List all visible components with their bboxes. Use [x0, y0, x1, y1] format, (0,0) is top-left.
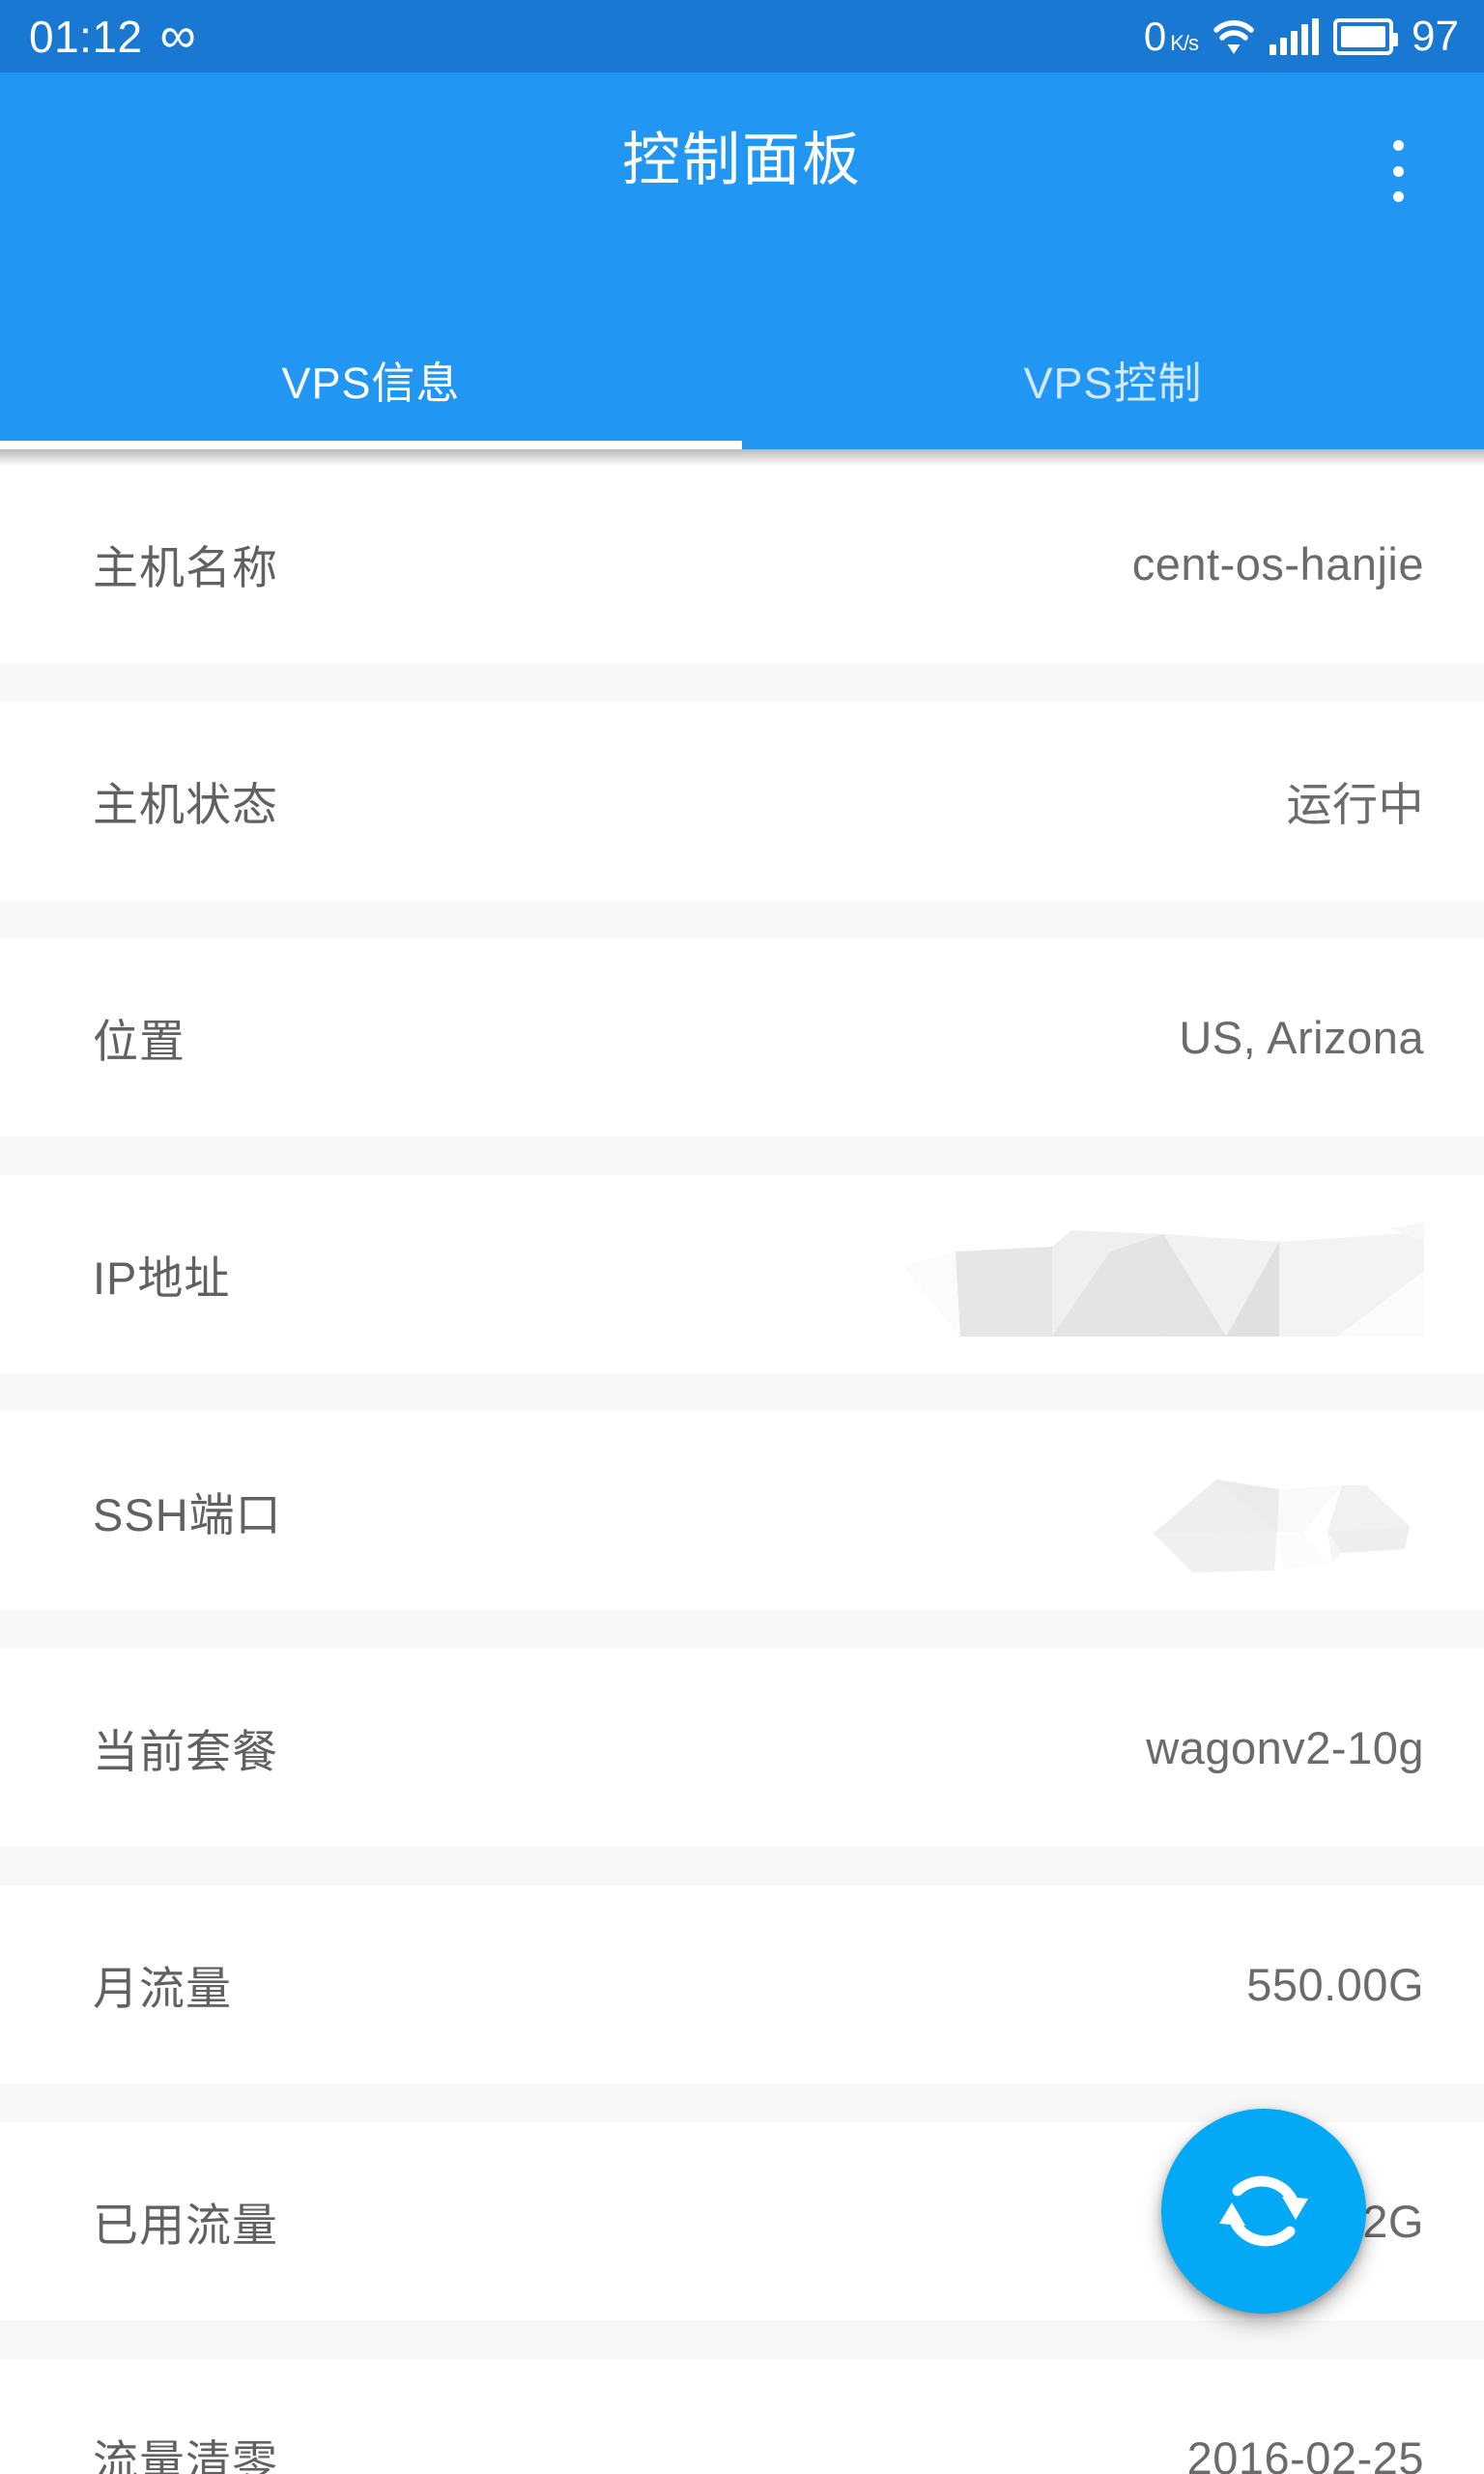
table-row[interactable]: SSH端口: [0, 1412, 1484, 1610]
row-label: 当前套餐: [93, 1726, 278, 1777]
table-row[interactable]: 主机名称 cent-os-hanjie: [0, 465, 1484, 663]
overflow-dot: [1392, 140, 1404, 151]
table-row[interactable]: 位置 US, Arizona: [0, 938, 1484, 1136]
wifi-icon: [1213, 17, 1255, 56]
tab-vps-control[interactable]: VPS控制: [742, 309, 1484, 449]
app-bar: 控制面板: [0, 72, 1484, 309]
status-bar-right: 0 K/s 97: [1143, 12, 1459, 60]
row-value: 2016-02-25: [1186, 2432, 1424, 2474]
status-bar-clock: 01:12: [29, 11, 143, 62]
status-bar-left: 01:12 ∞: [29, 8, 196, 65]
tab-vps-info-label: VPS信息: [281, 359, 461, 408]
row-label: 已用流量: [93, 2200, 278, 2251]
row-separator: [0, 900, 1484, 938]
row-separator: [0, 1136, 1484, 1175]
row-label: 流量清零: [93, 2436, 278, 2474]
app-bar-shadow: [0, 449, 1484, 465]
battery-level: 97: [1412, 12, 1459, 60]
table-row[interactable]: 月流量 550.00G: [0, 1885, 1484, 2084]
row-separator: [0, 1373, 1484, 1412]
row-label: 月流量: [93, 1963, 232, 2014]
tab-vps-info[interactable]: VPS信息: [0, 309, 742, 449]
row-label: SSH端口: [93, 1489, 282, 1540]
overflow-menu-icon[interactable]: [1368, 134, 1428, 208]
row-value: cent-os-hanjie: [1131, 538, 1424, 590]
overflow-dot: [1392, 191, 1404, 202]
row-value: 550.00G: [1246, 1959, 1424, 2010]
row-separator: [0, 1610, 1484, 1649]
row-label: 位置: [93, 1016, 186, 1067]
row-separator: [0, 1847, 1484, 1885]
table-row[interactable]: 当前套餐 wagonv2-10g: [0, 1649, 1484, 1847]
tab-bar: VPS信息 VPS控制: [0, 309, 1484, 449]
row-label: 主机状态: [93, 779, 278, 830]
table-row[interactable]: 主机状态 运行中: [0, 702, 1484, 900]
network-speed-indicator: 0 K/s: [1143, 13, 1199, 59]
network-speed-unit: K/s: [1170, 30, 1199, 55]
row-separator: [0, 2320, 1484, 2359]
infinity-icon: ∞: [159, 8, 196, 65]
row-value: 运行中: [1286, 779, 1424, 830]
row-label: IP地址: [93, 1252, 231, 1304]
network-speed-value: 0: [1143, 13, 1167, 59]
status-bar: 01:12 ∞ 0 K/s 97: [0, 0, 1484, 72]
redacted-value-mosaic: [902, 1212, 1424, 1337]
row-separator: [0, 663, 1484, 702]
table-row[interactable]: 流量清零 2016-02-25: [0, 2359, 1484, 2474]
refresh-sync-icon: [1213, 2161, 1314, 2261]
battery-icon: [1333, 17, 1399, 55]
overflow-dot: [1392, 165, 1404, 177]
row-value: wagonv2-10g: [1146, 1722, 1424, 1773]
table-row[interactable]: IP地址: [0, 1175, 1484, 1373]
refresh-fab-button[interactable]: [1161, 2109, 1366, 2314]
tab-vps-control-label: VPS控制: [1023, 359, 1203, 408]
app-root: 01:12 ∞ 0 K/s 97 控制面板 VPS信息 VPS控制 主机名称 c…: [0, 0, 1484, 2474]
row-value: 2G: [1362, 2196, 1424, 2247]
row-label: 主机名称: [93, 542, 278, 593]
cellular-signal-icon: [1270, 17, 1320, 55]
redacted-value-mosaic: [1134, 1448, 1424, 1574]
page-title: 控制面板: [622, 127, 862, 192]
row-value: US, Arizona: [1179, 1012, 1424, 1063]
